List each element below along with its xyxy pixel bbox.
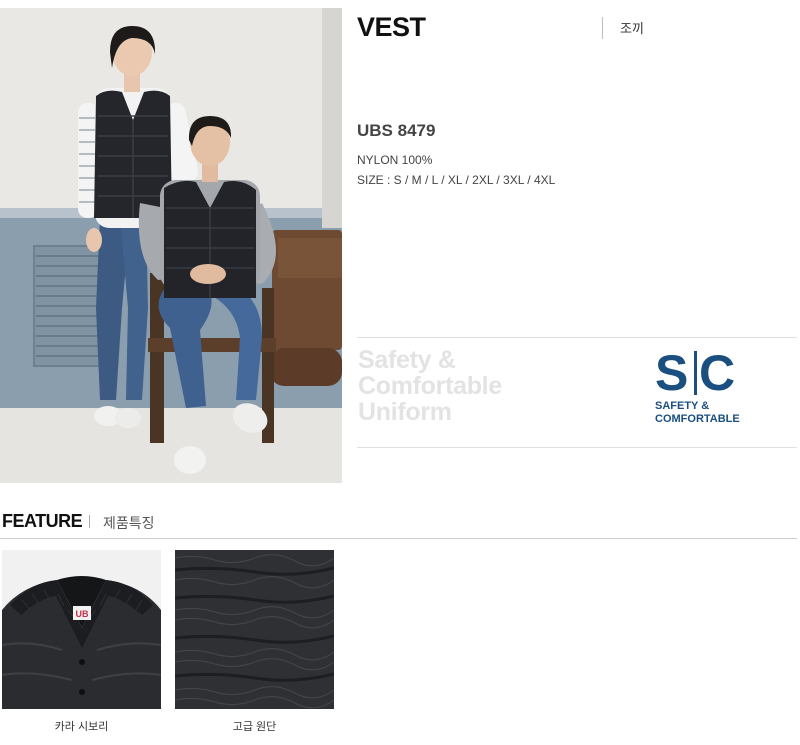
product-model-number: UBS 8479 [357, 121, 436, 140]
sc-logo-s: S [655, 345, 689, 401]
brand-slogan: Safety & Comfortable Uniform [358, 347, 502, 425]
slogan-line: Safety & [358, 346, 456, 374]
hero-model-photo [0, 8, 342, 483]
sc-logo-divider [694, 351, 697, 395]
brand-tag-text: UB [76, 609, 89, 619]
slogan-line: Comfortable [358, 372, 502, 400]
title-divider [602, 17, 603, 39]
sc-logo-c: C [699, 345, 736, 401]
fabric-detail-photo [175, 550, 334, 709]
collar-detail-photo: UB [2, 550, 161, 709]
feature-label: 고급 원단 [232, 721, 277, 733]
sc-brand-logo: S C SAFETY & COMFORTABLE [654, 345, 740, 429]
product-title: VEST [357, 12, 426, 42]
product-material: NYLON 100% [357, 153, 433, 167]
sc-logo-text-line: COMFORTABLE [655, 413, 740, 425]
product-title-korean: 조끼 [620, 21, 644, 36]
feature-heading-korean: 제품특징 [103, 515, 155, 531]
feature-card-fabric: 고급 원단 [175, 550, 334, 734]
brand-divider-bottom [357, 447, 797, 448]
feature-label: 카라 시보리 [54, 721, 109, 733]
feature-rule [0, 538, 797, 539]
brand-divider-top [357, 337, 797, 338]
models-illustration [0, 8, 342, 483]
sc-logo-text-line: SAFETY & [655, 400, 710, 412]
slogan-line: Uniform [358, 398, 452, 426]
feature-heading-divider [89, 515, 90, 528]
sc-logo-text: SAFETY & COMFORTABLE [655, 400, 740, 426]
product-sizes: SIZE : S / M / L / XL / 2XL / 3XL / 4XL [357, 173, 556, 187]
feature-card-collar: UB 카라 시보리 [2, 550, 161, 734]
feature-heading: FEATURE [2, 511, 83, 531]
sc-logo-letters: S C [654, 345, 740, 401]
